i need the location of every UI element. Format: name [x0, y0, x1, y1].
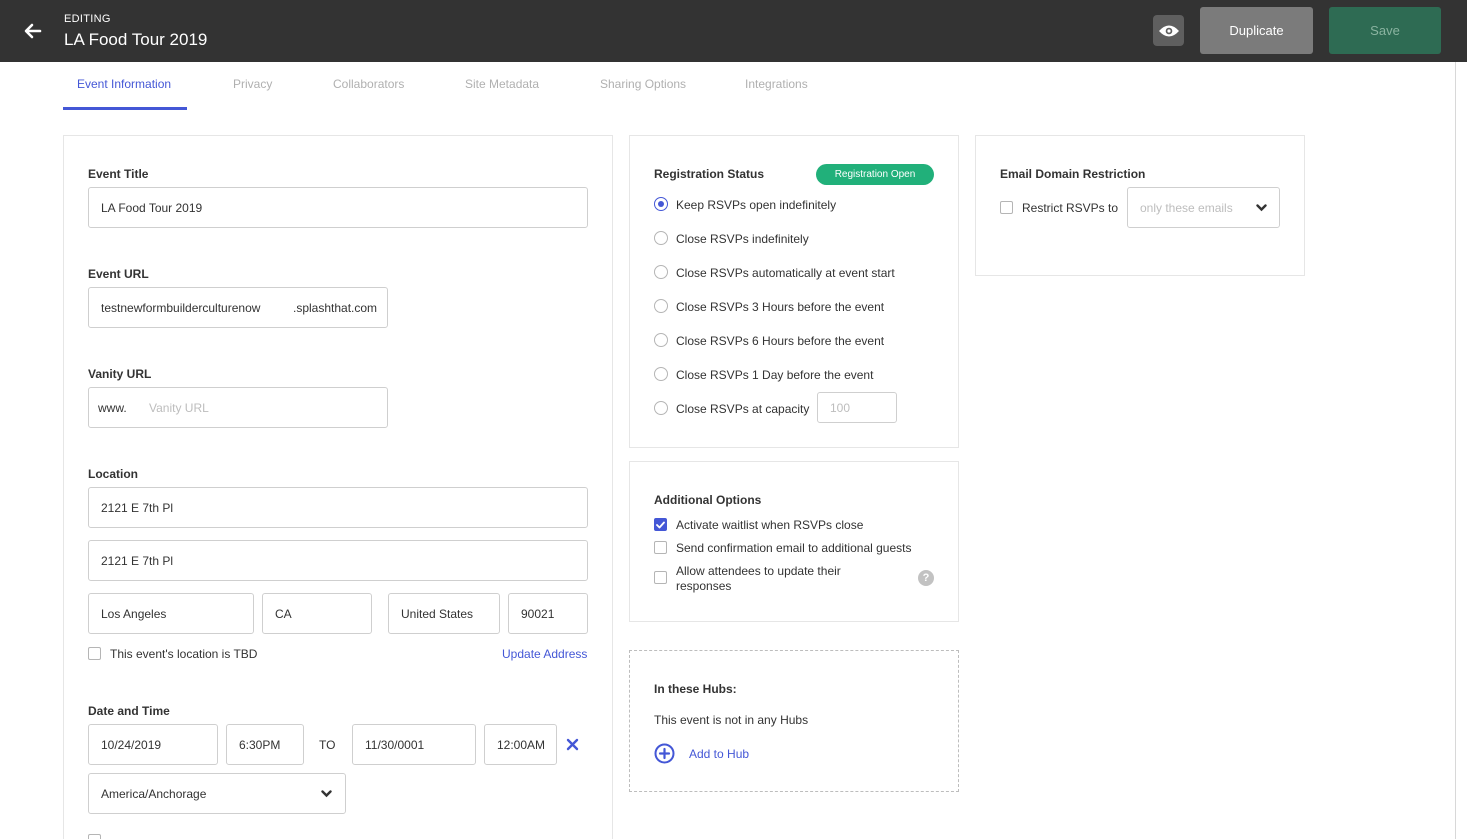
end-time-value: 12:00AM [497, 737, 546, 752]
location-tbd-label: This event's location is TBD [110, 647, 258, 661]
date-tbd-checkbox[interactable] [88, 834, 101, 839]
address-line-1-value: 2121 E 7th Pl [101, 500, 174, 515]
radio-close-3-hours-label: Close RSVPs 3 Hours before the event [676, 300, 885, 314]
update-address-link[interactable]: Update Address [502, 647, 587, 661]
add-circle-icon[interactable] [654, 743, 675, 764]
tab-sharing-options[interactable]: Sharing Options [600, 77, 686, 91]
city-value: Los Angeles [101, 606, 167, 621]
email-restriction-select[interactable]: only these emails [1127, 187, 1280, 228]
restrict-rsvps-checkbox[interactable] [1000, 201, 1013, 214]
event-url-suffix: .splashthat.com [293, 300, 378, 315]
event-url-input[interactable]: testnewformbuilderculturenow .splashthat… [88, 287, 388, 328]
vanity-url-placeholder: Vanity URL [149, 400, 209, 415]
additional-options-label: Additional Options [654, 493, 762, 507]
email-domain-label: Email Domain Restriction [1000, 167, 1146, 181]
capacity-placeholder: 100 [830, 400, 851, 415]
start-date-value: 10/24/2019 [101, 737, 162, 752]
help-icon[interactable]: ? [918, 570, 934, 586]
location-label: Location [88, 467, 138, 481]
event-url-label: Event URL [88, 267, 149, 281]
restrict-rsvps-label: Restrict RSVPs to [1022, 201, 1119, 215]
radio-close-at-start-label: Close RSVPs automatically at event start [676, 266, 895, 280]
city-input[interactable]: Los Angeles [88, 593, 254, 634]
confirmation-email-label: Send confirmation email to additional gu… [676, 541, 912, 555]
radio-keep-open-label: Keep RSVPs open indefinitely [676, 198, 837, 212]
save-button[interactable]: Save [1329, 7, 1441, 54]
tab-privacy[interactable]: Privacy [233, 77, 272, 91]
top-bar: EDITING LA Food Tour 2019 Duplicate Save [0, 0, 1467, 62]
country-input[interactable]: United States [388, 593, 500, 634]
radio-close-indefinitely[interactable] [654, 231, 668, 245]
active-tab-indicator [63, 107, 187, 110]
tab-collaborators[interactable]: Collaborators [333, 77, 404, 91]
address-line-2-input[interactable]: 2121 E 7th Pl [88, 540, 588, 581]
update-responses-checkbox[interactable] [654, 571, 667, 584]
timezone-value: America/Anchorage [101, 786, 207, 801]
chevron-down-icon [1256, 204, 1267, 212]
tab-event-information[interactable]: Event Information [77, 77, 171, 91]
zip-input[interactable]: 90021 [508, 593, 588, 634]
end-date-input[interactable]: 11/30/0001 [352, 724, 476, 765]
clear-end-date-icon[interactable] [566, 738, 579, 751]
radio-close-1-day[interactable] [654, 367, 668, 381]
to-label: TO [319, 738, 336, 752]
country-value: United States [401, 606, 474, 621]
hubs-status: This event is not in any Hubs [654, 713, 809, 727]
event-title-value: LA Food Tour 2019 [101, 200, 203, 215]
hubs-label: In these Hubs: [654, 682, 737, 696]
waitlist-checkbox[interactable] [654, 518, 667, 531]
email-restriction-value: only these emails [1140, 200, 1233, 215]
registration-status-label: Registration Status [654, 167, 765, 181]
page-title: LA Food Tour 2019 [64, 30, 208, 49]
eye-icon [1158, 25, 1179, 36]
state-input[interactable]: CA [262, 593, 372, 634]
checkmark-icon [656, 521, 665, 528]
waitlist-label: Activate waitlist when RSVPs close [676, 518, 864, 532]
radio-close-6-hours-label: Close RSVPs 6 Hours before the event [676, 334, 885, 348]
radio-close-at-start[interactable] [654, 265, 668, 279]
start-date-input[interactable]: 10/24/2019 [88, 724, 218, 765]
event-title-input[interactable]: LA Food Tour 2019 [88, 187, 588, 228]
chevron-down-icon [321, 790, 332, 798]
update-responses-label-line2: responses [676, 579, 732, 593]
vanity-url-prefix: www. [98, 400, 127, 415]
start-time-value: 6:30PM [239, 737, 281, 752]
update-responses-label: Allow attendees to update their [676, 564, 841, 578]
tab-integrations[interactable]: Integrations [745, 77, 808, 91]
radio-close-indefinitely-label: Close RSVPs indefinitely [676, 232, 809, 246]
event-title-label: Event Title [88, 167, 149, 181]
radio-close-1-day-label: Close RSVPs 1 Day before the event [676, 368, 874, 382]
scrollbar-edge [1455, 62, 1456, 839]
confirmation-email-checkbox[interactable] [654, 541, 667, 554]
location-tbd-checkbox[interactable] [88, 647, 101, 660]
end-date-value: 11/30/0001 [365, 737, 425, 752]
event-url-value: testnewformbuilderculturenow [101, 300, 261, 315]
back-arrow-icon[interactable] [20, 18, 46, 44]
vanity-url-input[interactable]: www. Vanity URL [88, 387, 388, 428]
radio-close-6-hours[interactable] [654, 333, 668, 347]
address-line-2-value: 2121 E 7th Pl [101, 553, 174, 568]
add-to-hub-link[interactable]: Add to Hub [689, 747, 749, 761]
registration-status-badge: Registration Open [816, 164, 934, 185]
date-time-label: Date and Time [88, 704, 170, 718]
preview-button[interactable] [1153, 15, 1184, 46]
start-time-input[interactable]: 6:30PM [226, 724, 304, 765]
duplicate-button[interactable]: Duplicate [1200, 7, 1313, 54]
tab-site-metadata[interactable]: Site Metadata [465, 77, 539, 91]
end-time-input[interactable]: 12:00AM [484, 724, 557, 765]
address-line-1-input[interactable]: 2121 E 7th Pl [88, 487, 588, 528]
vanity-url-label: Vanity URL [88, 367, 152, 381]
radio-keep-open[interactable] [654, 197, 668, 211]
zip-value: 90021 [521, 606, 555, 621]
radio-close-3-hours[interactable] [654, 299, 668, 313]
timezone-select[interactable]: America/Anchorage [88, 773, 346, 814]
radio-close-at-capacity-label: Close RSVPs at capacity [676, 402, 810, 416]
editing-label: EDITING [64, 13, 111, 25]
state-value: CA [275, 606, 292, 621]
radio-close-at-capacity[interactable] [654, 401, 668, 415]
capacity-input[interactable]: 100 [817, 392, 897, 423]
